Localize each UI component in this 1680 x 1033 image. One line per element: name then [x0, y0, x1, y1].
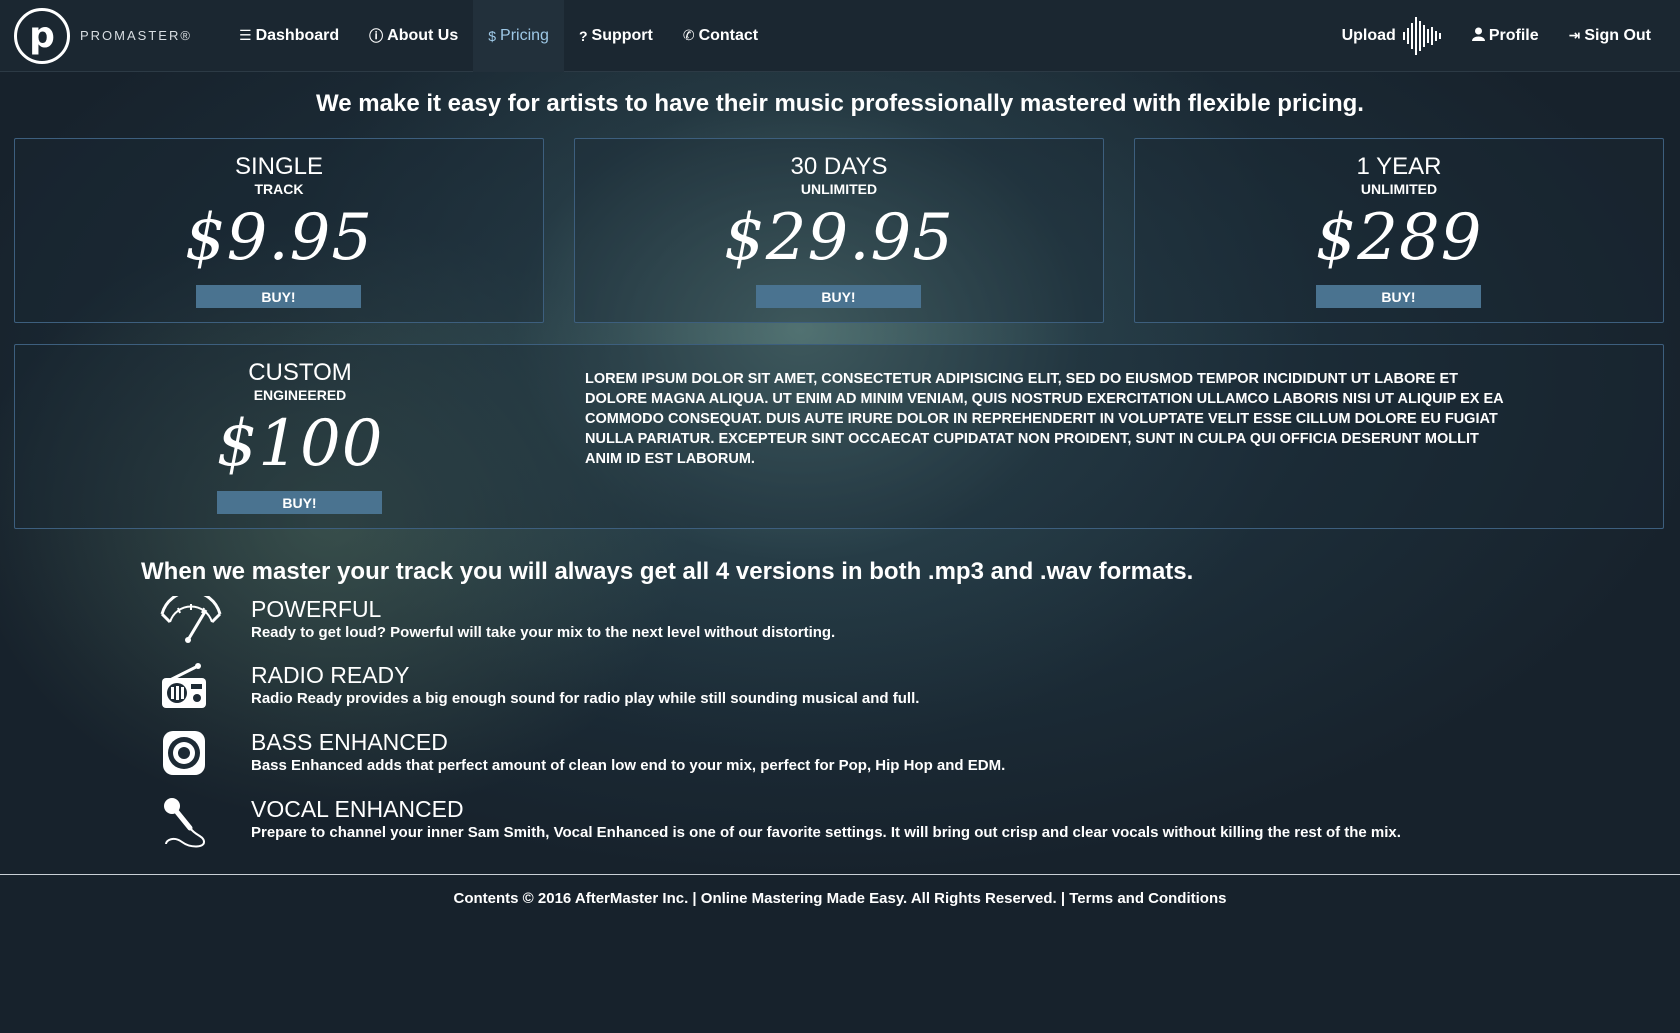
features-heading: When we master your track you will alway…	[141, 558, 1194, 585]
feature-title: Bass Enhanced	[251, 729, 448, 755]
plan-name: CUSTOM	[248, 359, 352, 386]
plan-card-custom: CUSTOM ENGINEERED $100 BUY! Lorem ipsum …	[14, 344, 1664, 529]
buy-button[interactable]: BUY!	[217, 491, 382, 514]
custom-plan-description: Lorem ipsum dolor sit amet, consectetur …	[585, 371, 1504, 467]
main-nav: ☰ Dashboard ⓘ About Us $ Pricing ? Suppo…	[224, 0, 773, 72]
plan-sub: UNLIMITED	[800, 181, 878, 197]
feature-description: Ready to get loud? Powerful will take yo…	[251, 624, 836, 641]
phone-icon: ✆	[682, 27, 695, 43]
buy-button[interactable]: BUY!	[756, 285, 921, 308]
nav-pricing[interactable]: $ Pricing	[473, 0, 564, 72]
plan-name: 30 DAYS	[790, 153, 888, 180]
nav-label: About Us	[387, 26, 459, 44]
user-icon	[1471, 27, 1485, 44]
logo-mark: p	[14, 7, 70, 64]
nav-upload[interactable]: Upload	[1327, 0, 1457, 72]
footer-divider	[0, 874, 1680, 875]
brand-logo[interactable]: p PROMASTER®	[14, 7, 214, 64]
pricing-headline: We make it easy for artists to have thei…	[316, 90, 1364, 117]
feature-powerful: Powerful Ready to get loud? Powerful wil…	[160, 590, 1560, 656]
feature-title: Radio Ready	[251, 662, 410, 688]
plan-price: $29.95	[724, 201, 954, 275]
radio-icon	[160, 662, 222, 718]
sliders-icon: ☰	[239, 27, 252, 43]
nav-label: Upload	[1341, 26, 1396, 44]
nav-label: Profile	[1488, 26, 1539, 44]
plan-name: 1 YEAR	[1356, 153, 1442, 180]
plan-sub: UNLIMITED	[1360, 181, 1438, 197]
plan-price: $9.95	[184, 201, 374, 275]
feature-description: Radio Ready provides a big enough sound …	[251, 690, 920, 707]
plan-card-1-year: 1 YEAR UNLIMITED $289 BUY!	[1134, 138, 1664, 323]
plan-price: $100	[216, 407, 384, 481]
plan-card-30-days: 30 DAYS UNLIMITED $29.95 BUY!	[574, 138, 1104, 323]
nav-label: Pricing	[500, 26, 549, 44]
plan-card-single: SINGLE TRACK $9.95 BUY!	[14, 138, 544, 323]
feature-title: Powerful	[251, 596, 382, 622]
microphone-icon	[160, 796, 222, 852]
sign-out-icon: ⇥	[1568, 27, 1581, 43]
buy-button[interactable]: BUY!	[196, 285, 361, 308]
plan-name: SINGLE	[234, 153, 324, 180]
dollar-icon: $	[488, 27, 497, 44]
info-circle-icon: ⓘ	[369, 27, 384, 44]
plan-sub: ENGINEERED	[253, 387, 347, 403]
buy-button[interactable]: BUY!	[1316, 285, 1481, 308]
nav-support[interactable]: ? Support	[564, 0, 668, 72]
question-circle-icon: ?	[578, 27, 588, 44]
top-navbar: p PROMASTER® ☰ Dashboard ⓘ About Us $ Pr…	[0, 0, 1680, 72]
brand-name: PROMASTER®	[80, 28, 192, 43]
plan-price: $289	[1315, 201, 1483, 275]
plan-sub: TRACK	[254, 181, 304, 197]
nav-label: Contact	[698, 26, 759, 44]
nav-label: Sign Out	[1584, 26, 1651, 44]
nav-sign-out[interactable]: ⇥ Sign Out	[1554, 0, 1666, 72]
feature-title: Vocal Enhanced	[251, 796, 464, 822]
nav-dashboard[interactable]: ☰ Dashboard	[224, 0, 354, 72]
user-nav: Upload Profile ⇥ Sign Out	[1327, 0, 1666, 72]
feature-vocal-enhanced: Vocal Enhanced Prepare to channel your i…	[160, 796, 1560, 856]
waveform-icon	[1402, 16, 1442, 56]
nav-profile[interactable]: Profile	[1457, 0, 1554, 72]
speaker-icon	[160, 729, 222, 785]
footer-text: Contents © 2016 AfterMaster Inc. | Onlin…	[453, 890, 1227, 907]
nav-contact[interactable]: ✆ Contact	[668, 0, 773, 72]
feature-description: Prepare to channel your inner Sam Smith,…	[251, 824, 1401, 841]
feature-description: Bass Enhanced adds that perfect amount o…	[251, 757, 1006, 774]
gauge-icon	[160, 590, 222, 652]
feature-radio-ready: Radio Ready Radio Ready provides a big e…	[160, 662, 1560, 722]
nav-label: Support	[591, 26, 653, 44]
feature-bass-enhanced: Bass Enhanced Bass Enhanced adds that pe…	[160, 729, 1560, 789]
nav-label: Dashboard	[255, 26, 340, 44]
nav-about-us[interactable]: ⓘ About Us	[354, 0, 473, 72]
